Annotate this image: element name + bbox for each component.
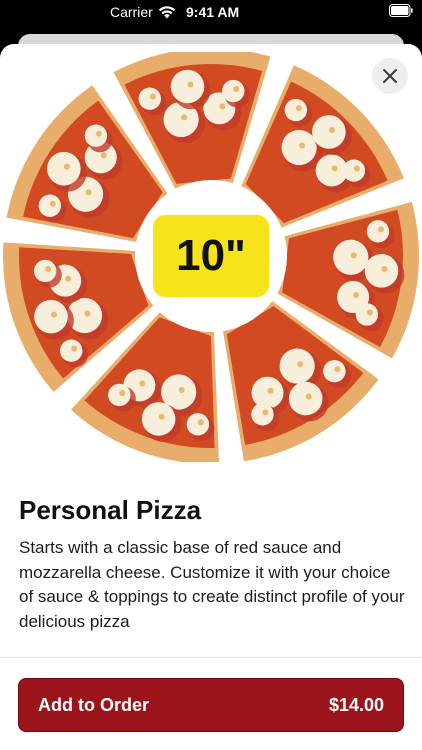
carrier-label: Carrier (110, 4, 153, 20)
size-badge: 10" (153, 215, 269, 297)
divider (0, 657, 422, 658)
screen: Carrier 9:41 AM 10" Personal Pizza Start… (0, 0, 422, 750)
close-icon (383, 69, 397, 83)
wifi-icon (158, 6, 176, 19)
close-button[interactable] (372, 58, 408, 94)
add-to-order-button[interactable]: Add to Order $14.00 (18, 678, 404, 732)
status-time: 9:41 AM (186, 4, 240, 20)
add-to-order-label: Add to Order (38, 695, 149, 715)
price-label: $14.00 (328, 695, 384, 715)
product-title: Personal Pizza (19, 495, 202, 525)
status-bar: Carrier 9:41 AM (0, 0, 422, 26)
product-sheet: 10" Personal Pizza Starts with a classic… (0, 44, 422, 750)
product-description: Starts with a classic base of red sauce … (19, 538, 405, 631)
battery-icon (389, 4, 413, 17)
